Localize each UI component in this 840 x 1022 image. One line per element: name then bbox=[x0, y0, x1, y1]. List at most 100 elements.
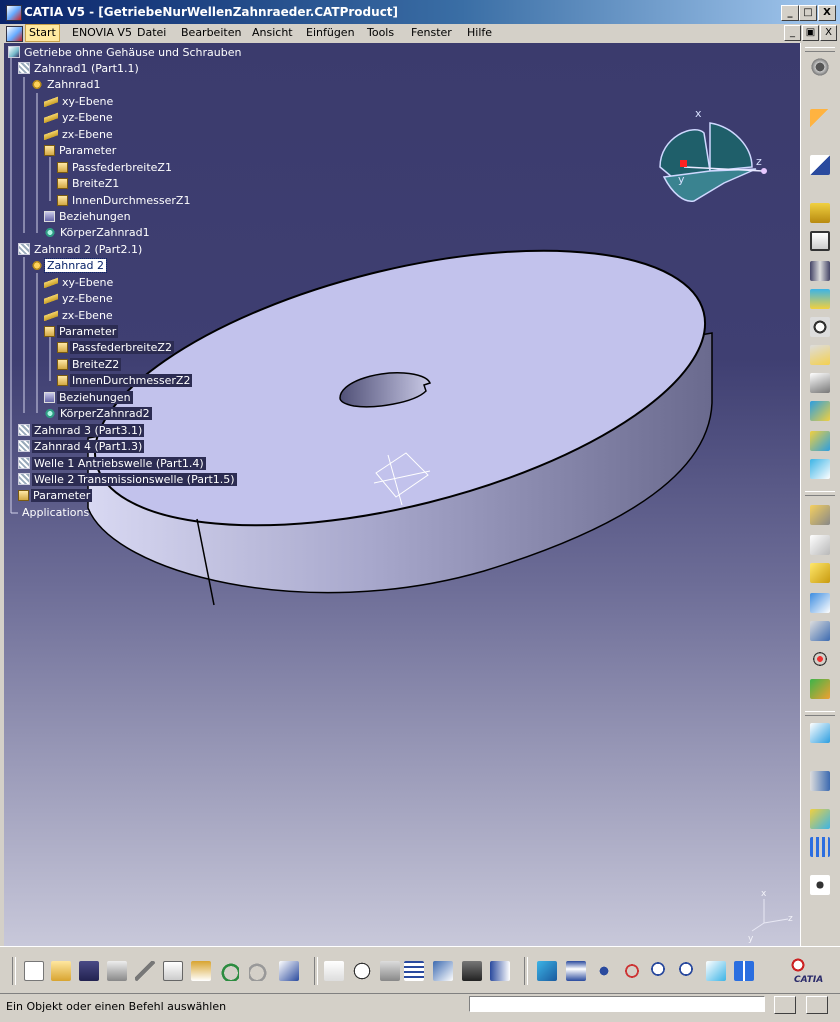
groove-icon[interactable] bbox=[810, 289, 830, 309]
tree-item-parameter[interactable]: Parameter bbox=[18, 488, 93, 503]
edge-fillet-icon[interactable] bbox=[810, 505, 830, 525]
reference-icon[interactable] bbox=[810, 875, 830, 895]
menu-hilfe[interactable]: Hilfe bbox=[464, 25, 495, 41]
menu-ansicht[interactable]: Ansicht bbox=[249, 25, 296, 41]
multi-view-icon[interactable] bbox=[734, 961, 754, 981]
tree-item-zahnrad1[interactable]: Zahnrad1 (Part1.1) bbox=[18, 61, 141, 76]
pocket-icon[interactable] bbox=[810, 231, 830, 251]
tree-item-beziehungen-1[interactable]: Beziehungen bbox=[44, 209, 133, 224]
menu-einfuegen[interactable]: Einfügen bbox=[303, 25, 358, 41]
sketcher-icon[interactable] bbox=[810, 57, 830, 77]
sketch-icon[interactable] bbox=[810, 155, 830, 175]
multi-section-icon[interactable] bbox=[810, 431, 830, 451]
graph-tree-icon[interactable] bbox=[433, 961, 453, 981]
select-icon[interactable] bbox=[810, 109, 830, 129]
menu-datei[interactable]: Datei bbox=[134, 25, 169, 41]
tree-item-body-1[interactable]: KörperZahnrad1 bbox=[44, 225, 152, 240]
maximize-button[interactable]: □ bbox=[799, 5, 817, 21]
tree-item-param-passfeder-z1[interactable]: PassfederbreiteZ1 bbox=[57, 160, 174, 175]
command-button[interactable] bbox=[774, 996, 796, 1014]
apply-material-icon[interactable] bbox=[810, 809, 830, 829]
slot-icon[interactable] bbox=[810, 373, 830, 393]
menu-start[interactable]: Start bbox=[25, 24, 60, 42]
tree-item-body-2[interactable]: KörperZahnrad2 bbox=[44, 406, 152, 421]
toolbar-grip[interactable] bbox=[805, 47, 835, 52]
close-button[interactable]: X bbox=[818, 5, 836, 21]
tree-item-root[interactable]: Getriebe ohne Gehäuse und Schrauben bbox=[8, 45, 244, 60]
tree-item-zahnrad4[interactable]: Zahnrad 4 (Part1.3) bbox=[18, 439, 145, 454]
pattern-icon[interactable] bbox=[810, 837, 830, 857]
tree-item-zahnrad3[interactable]: Zahnrad 3 (Part3.1) bbox=[18, 423, 145, 438]
copy-icon[interactable] bbox=[163, 961, 183, 981]
measure-icon[interactable] bbox=[810, 679, 830, 699]
fit-all-icon[interactable] bbox=[566, 961, 586, 981]
document-icon[interactable] bbox=[6, 26, 23, 42]
stop-button[interactable] bbox=[806, 996, 828, 1014]
tree-item-parameter-2[interactable]: Parameter bbox=[44, 324, 119, 339]
tree-item-welle2[interactable]: Welle 2 Transmissionswelle (Part1.5) bbox=[18, 472, 237, 487]
zoom-out-icon[interactable] bbox=[678, 961, 698, 981]
tree-item-yz-plane-2[interactable]: yz-Ebene bbox=[44, 291, 115, 306]
tree-item-zx-plane-1[interactable]: zx-Ebene bbox=[44, 127, 115, 142]
whats-this-icon[interactable] bbox=[279, 961, 299, 981]
toolbar-grip[interactable] bbox=[805, 711, 835, 716]
rotate-icon[interactable] bbox=[622, 961, 642, 981]
print-icon[interactable] bbox=[107, 961, 127, 981]
tree-item-xy-plane-2[interactable]: xy-Ebene bbox=[44, 275, 115, 290]
menu-tools[interactable]: Tools bbox=[364, 25, 397, 41]
command-input[interactable] bbox=[469, 996, 765, 1012]
tree-item-zahnrad2-part[interactable]: Zahnrad 2 bbox=[31, 258, 107, 273]
save-icon[interactable] bbox=[79, 961, 99, 981]
shaft-icon[interactable] bbox=[810, 261, 830, 281]
tree-item-parameter-1[interactable]: Parameter bbox=[44, 143, 118, 158]
doc-minimize-button[interactable]: _ bbox=[784, 25, 801, 41]
toolbar-grip[interactable] bbox=[805, 491, 835, 496]
cut-icon[interactable] bbox=[135, 961, 155, 981]
3d-viewport[interactable]: x y z x y z Getriebe ohne Gehäuse und Sc… bbox=[4, 43, 800, 946]
axis-system-icon[interactable] bbox=[810, 723, 830, 743]
paste-icon[interactable] bbox=[191, 961, 211, 981]
tree-item-applications[interactable]: Applications bbox=[14, 505, 91, 520]
doc-restore-button[interactable]: ▣ bbox=[802, 25, 819, 41]
tree-item-param-innen-z1[interactable]: InnenDurchmesserZ1 bbox=[57, 193, 192, 208]
minimize-button[interactable]: _ bbox=[781, 5, 799, 21]
doc-close-button[interactable]: X bbox=[820, 25, 837, 41]
chamfer-icon[interactable] bbox=[810, 535, 830, 555]
stiffener-icon[interactable] bbox=[810, 401, 830, 421]
tree-item-param-breite-z1[interactable]: BreiteZ1 bbox=[57, 176, 121, 191]
open-icon[interactable] bbox=[51, 961, 71, 981]
normal-view-icon[interactable] bbox=[706, 961, 726, 981]
rib-icon[interactable] bbox=[810, 345, 830, 365]
menu-enovia[interactable]: ENOVIA V5 bbox=[69, 25, 135, 41]
specification-tree[interactable]: Getriebe ohne Gehäuse und Schrauben Zahn… bbox=[4, 43, 304, 523]
removed-multi-section-icon[interactable] bbox=[810, 459, 830, 479]
knowledge-icon[interactable] bbox=[380, 961, 400, 981]
dimension-icon[interactable] bbox=[490, 961, 510, 981]
tree-item-param-innen-z2[interactable]: InnenDurchmesserZ2 bbox=[57, 373, 193, 388]
tree-item-param-breite-z2[interactable]: BreiteZ2 bbox=[57, 357, 122, 372]
pad-icon[interactable] bbox=[810, 203, 830, 223]
fly-mode-icon[interactable] bbox=[537, 961, 557, 981]
table-icon[interactable] bbox=[404, 961, 424, 981]
tree-item-welle1[interactable]: Welle 1 Antriebswelle (Part1.4) bbox=[18, 456, 206, 471]
menu-bearbeiten[interactable]: Bearbeiten bbox=[178, 25, 244, 41]
constraint-icon[interactable] bbox=[810, 771, 830, 791]
pan-icon[interactable] bbox=[594, 961, 614, 981]
menu-fenster[interactable]: Fenster bbox=[408, 25, 455, 41]
tree-item-yz-plane-1[interactable]: yz-Ebene bbox=[44, 110, 115, 125]
new-icon[interactable] bbox=[24, 961, 44, 981]
formula-icon[interactable] bbox=[324, 961, 344, 981]
tree-item-zahnrad2[interactable]: Zahnrad 2 (Part2.1) bbox=[18, 242, 144, 257]
thickness-icon[interactable] bbox=[810, 621, 830, 641]
tree-item-zahnrad1-part[interactable]: Zahnrad1 bbox=[31, 77, 102, 92]
thread-icon[interactable] bbox=[810, 649, 830, 669]
undo-icon[interactable] bbox=[219, 961, 239, 981]
catalog-icon[interactable] bbox=[462, 961, 482, 981]
tree-item-zx-plane-2[interactable]: zx-Ebene bbox=[44, 308, 115, 323]
draft-icon[interactable] bbox=[810, 563, 830, 583]
tree-item-xy-plane-1[interactable]: xy-Ebene bbox=[44, 94, 115, 109]
catia-app-icon[interactable] bbox=[6, 5, 22, 21]
zoom-in-icon[interactable] bbox=[650, 961, 670, 981]
tree-item-param-passfeder-z2[interactable]: PassfederbreiteZ2 bbox=[57, 340, 174, 355]
hole-icon[interactable] bbox=[810, 317, 830, 337]
